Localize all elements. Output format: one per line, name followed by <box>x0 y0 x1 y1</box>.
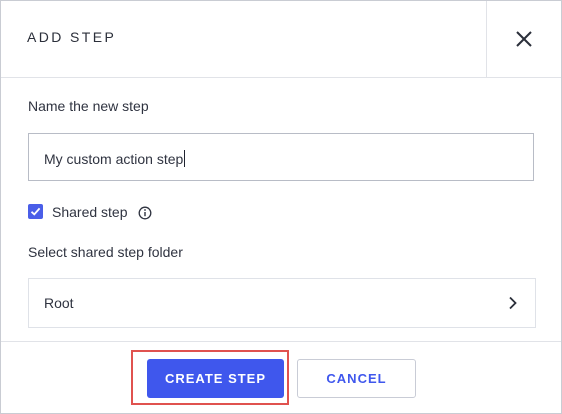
dialog-title: ADD STEP <box>27 29 117 45</box>
step-name-label: Name the new step <box>28 98 149 114</box>
checkmark-icon <box>30 207 41 216</box>
step-name-value: My custom action step <box>44 151 184 167</box>
add-step-dialog: ADD STEP Name the new step My custom act… <box>0 0 562 414</box>
dialog-header: ADD STEP <box>1 1 561 78</box>
create-step-button[interactable]: CREATE STEP <box>147 359 284 398</box>
cancel-button[interactable]: CANCEL <box>297 359 416 398</box>
step-name-input[interactable]: My custom action step <box>28 133 534 181</box>
chevron-right-icon <box>509 296 517 310</box>
info-icon[interactable] <box>138 206 152 225</box>
text-caret <box>184 150 186 167</box>
close-button[interactable] <box>486 1 562 77</box>
close-icon <box>516 31 532 47</box>
shared-step-label[interactable]: Shared step <box>52 204 128 220</box>
folder-value: Root <box>44 295 74 311</box>
folder-label: Select shared step folder <box>28 244 183 260</box>
shared-step-checkbox[interactable] <box>28 204 43 219</box>
folder-select[interactable]: Root <box>28 278 536 328</box>
